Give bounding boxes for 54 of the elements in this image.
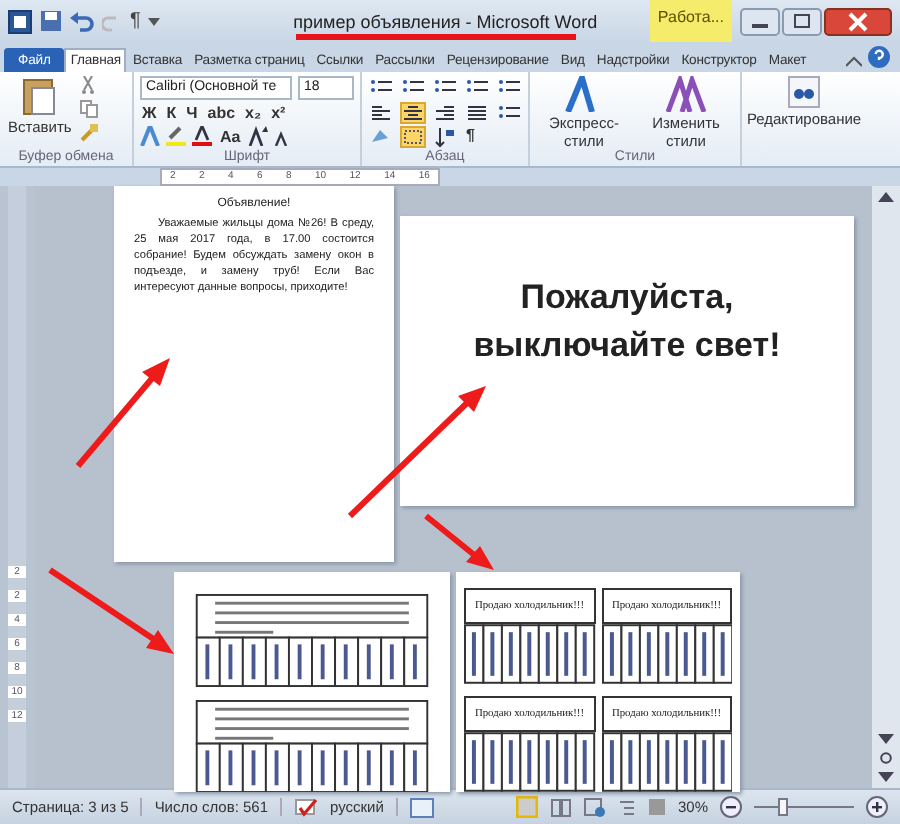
reading-layout-icon[interactable] — [549, 797, 572, 817]
copy-icon[interactable] — [79, 100, 98, 118]
maximize-icon[interactable] — [782, 7, 822, 35]
show-marks-button[interactable]: ¶ — [130, 10, 141, 32]
font-format-button[interactable]: x² — [269, 104, 288, 122]
grow-font-icon[interactable] — [248, 126, 269, 146]
scroll-down-icon[interactable] — [878, 734, 894, 744]
scissors-icon[interactable] — [79, 76, 96, 94]
align-right-icon[interactable] — [432, 101, 458, 124]
bullets-icon[interactable] — [368, 76, 394, 98]
font-format-button[interactable]: x₂ — [243, 104, 264, 122]
borders-icon[interactable] — [400, 126, 426, 149]
font-format-button[interactable]: К — [164, 104, 179, 122]
align-center-icon[interactable] — [400, 101, 426, 124]
window-title: пример объявления - Microsoft Word — [291, 11, 600, 31]
contextual-tab-group: Работа... — [649, 0, 732, 42]
change-case-button[interactable]: Aa — [218, 127, 243, 145]
font-format-button[interactable]: abc — [205, 104, 238, 122]
close-icon[interactable] — [824, 7, 892, 35]
show-marks-button[interactable]: ¶ — [464, 126, 490, 145]
highlighter-icon[interactable] — [166, 126, 186, 146]
zoom-out-icon[interactable] — [720, 796, 742, 818]
next-page-icon[interactable] — [878, 772, 894, 782]
save-icon[interactable] — [40, 10, 62, 32]
arrow — [75, 358, 170, 468]
justify-icon[interactable] — [464, 101, 490, 124]
clipboard-icon — [21, 76, 58, 116]
browse-object-icon[interactable] — [880, 752, 892, 764]
arrow — [48, 567, 174, 654]
font-format-button[interactable]: Ж — [140, 104, 159, 122]
help-icon[interactable] — [868, 46, 890, 68]
outline-icon[interactable] — [617, 798, 636, 816]
zoom-in-icon[interactable] — [866, 796, 888, 818]
web-layout-icon[interactable] — [583, 797, 606, 817]
sort-icon[interactable] — [432, 126, 458, 149]
text-effects-icon[interactable] — [140, 126, 160, 146]
undo-icon[interactable] — [70, 11, 94, 31]
align-left-icon[interactable] — [368, 101, 394, 124]
sign-text: Пожалуйста, выключайте свет! — [471, 275, 783, 367]
tear-off-strips-drawing — [601, 624, 732, 684]
shrink-font-icon[interactable] — [274, 127, 293, 145]
change-styles-icon — [666, 76, 706, 112]
minimize-icon[interactable] — [740, 7, 780, 35]
spelling-check-icon[interactable] — [294, 797, 319, 817]
scroll-up-icon[interactable] — [878, 192, 894, 202]
collapse-ribbon-icon[interactable] — [846, 56, 862, 68]
font-color-icon[interactable] — [192, 126, 212, 146]
tear-off-strips-drawing — [464, 624, 595, 684]
word-logo-icon[interactable] — [8, 9, 32, 33]
vertical-scrollbar[interactable] — [872, 186, 900, 788]
font-format-button[interactable]: Ч — [184, 104, 200, 122]
customize-caret-icon[interactable] — [148, 17, 161, 25]
macro-recording-icon[interactable] — [409, 797, 434, 817]
zoom-slider-thumb[interactable] — [778, 798, 788, 816]
